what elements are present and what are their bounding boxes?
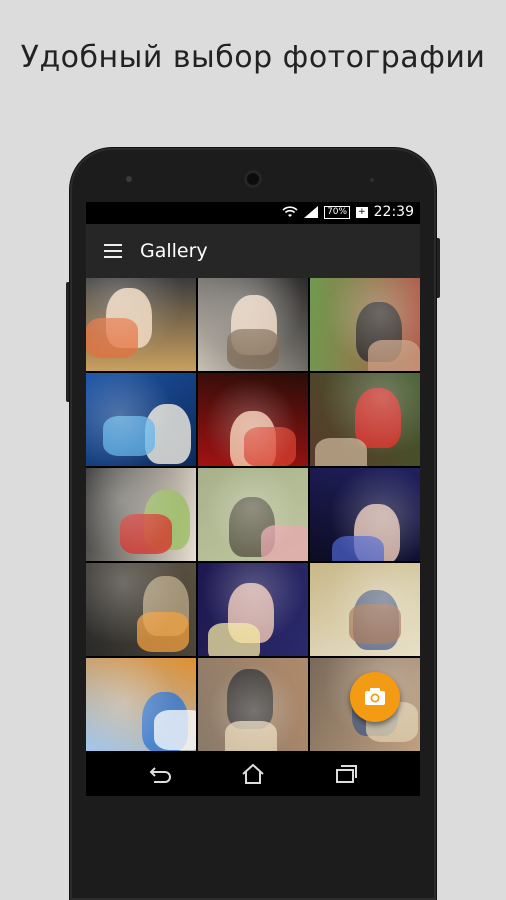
recent-apps-button[interactable] [332,760,360,788]
charging-icon: + [356,206,368,218]
back-icon [149,767,171,783]
photo-cocktail[interactable] [86,658,196,751]
photo-yoda-rotated[interactable] [86,468,196,561]
photo-girl-street[interactable] [198,278,308,371]
status-time: 22:39 [373,204,414,220]
photo-girl-stage[interactable] [310,468,420,561]
photo-selfie-hat[interactable] [86,563,196,656]
power-button [436,238,440,298]
photo-yoda-hat-rotated[interactable] [310,373,420,466]
photo-man-sunglasses[interactable] [310,278,420,371]
camera-icon [365,688,385,705]
photo-mask-closeup[interactable] [198,468,308,561]
home-icon [242,763,264,784]
hamburger-menu-icon[interactable] [104,244,122,258]
photo-teddy-girl[interactable] [198,658,308,751]
back-button[interactable] [146,760,174,788]
photo-teddy-rotated[interactable] [310,563,420,656]
photo-party-dance[interactable] [86,373,196,466]
camera-fab-button[interactable] [350,672,400,722]
app-bar: Gallery [86,224,420,278]
phone-screen: 70% + 22:39 Gallery [86,202,420,796]
battery-level: 70% [324,205,351,219]
front-camera-icon [126,176,132,182]
proximity-sensor [370,178,374,182]
earpiece-speaker [244,170,262,188]
recent-apps-icon [336,765,357,783]
status-bar: 70% + 22:39 [86,202,420,224]
photo-two-girls[interactable] [198,563,308,656]
promo-headline: Удобный выбор фотографии [20,40,486,75]
signal-icon [304,206,319,218]
app-title: Gallery [140,240,208,262]
home-button[interactable] [239,760,267,788]
wifi-icon [282,206,298,217]
photo-girl-graffiti[interactable] [86,278,196,371]
photo-girl-red-bg[interactable] [198,373,308,466]
nav-bar [86,752,420,796]
